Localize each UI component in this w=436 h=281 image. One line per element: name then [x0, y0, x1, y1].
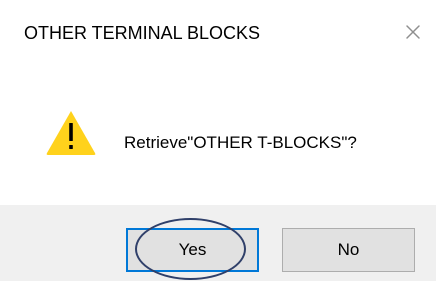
close-icon[interactable]: [401, 20, 425, 44]
message-area: Retrieve"OTHER T-BLOCKS"?: [0, 70, 436, 200]
warning-icon: [46, 111, 96, 155]
yes-button[interactable]: Yes: [126, 228, 259, 272]
dialog-title: OTHER TERMINAL BLOCKS: [24, 23, 261, 43]
title-bar: OTHER TERMINAL BLOCKS: [0, 0, 436, 70]
no-button[interactable]: No: [282, 228, 415, 272]
button-strip: Yes No: [0, 205, 436, 281]
message-dialog: OTHER TERMINAL BLOCKS Retrieve"OTHER T-B…: [0, 0, 436, 281]
message-text: Retrieve"OTHER T-BLOCKS"?: [124, 133, 357, 152]
